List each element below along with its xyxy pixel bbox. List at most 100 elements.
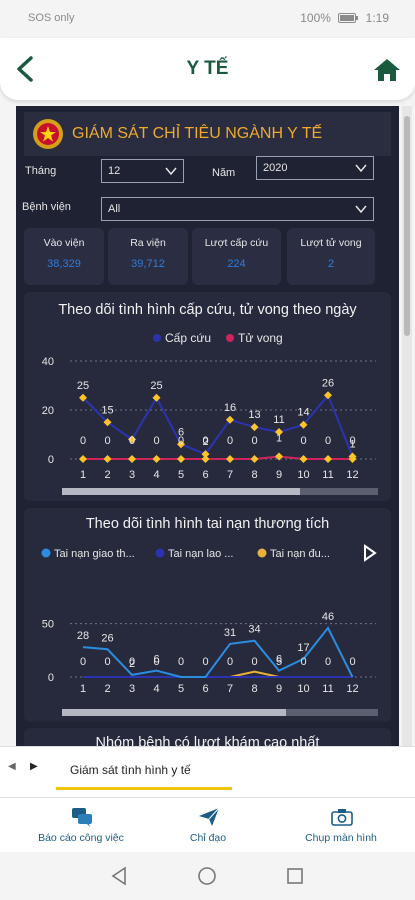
- month-select[interactable]: 12: [101, 159, 184, 183]
- scrollbar-thumb[interactable]: [404, 116, 410, 336]
- chevron-down-icon: [165, 167, 177, 176]
- chevron-down-icon: [355, 205, 367, 214]
- system-back-icon[interactable]: [110, 866, 128, 886]
- legend-marker-2: [257, 548, 267, 558]
- data-label: 25: [150, 380, 162, 392]
- data-label: 28: [77, 630, 89, 642]
- x-tick-label: 1: [80, 469, 86, 481]
- x-tick-label: 2: [104, 469, 110, 481]
- legend-label: Tai nạn giao th...: [54, 548, 135, 560]
- report-title: GIÁM SÁT CHỈ TIÊU NGÀNH Y TẾ: [72, 125, 323, 142]
- data-label: 0: [349, 435, 355, 447]
- data-point-death: [299, 455, 308, 463]
- month-value: 12: [108, 165, 121, 177]
- data-label: 13: [248, 409, 260, 421]
- data-label: 46: [322, 611, 334, 623]
- system-home-icon[interactable]: [197, 866, 217, 886]
- x-tick-label: 8: [251, 469, 257, 481]
- data-label: 0: [80, 435, 86, 447]
- disease-group-panel: Nhóm bệnh có lượt khám cao nhất: [24, 728, 391, 746]
- camera-icon: [331, 809, 353, 826]
- home-icon[interactable]: [373, 58, 401, 82]
- data-point-death: [79, 455, 87, 463]
- data-label: 0: [227, 435, 233, 447]
- kpi-value: 2: [327, 258, 335, 270]
- data-point-death: [128, 455, 136, 463]
- data-label: 26: [322, 377, 334, 389]
- nav-directive[interactable]: Chỉ đạo: [139, 798, 277, 853]
- page-scrollbar[interactable]: [402, 106, 412, 746]
- kpi-card-deaths: Lượt tử vong 2: [287, 228, 375, 285]
- nav-work-report[interactable]: Báo cáo công việc: [12, 798, 150, 853]
- data-label: 0: [251, 656, 257, 668]
- emergency-death-chart-panel: Theo dõi tình hình cấp cứu, tử vong theo…: [24, 292, 391, 501]
- tab-next-icon[interactable]: ▶: [30, 761, 38, 772]
- legend-marker-emergency: [153, 334, 161, 342]
- data-label: 0: [178, 435, 184, 447]
- data-label: 0: [349, 656, 355, 668]
- data-label: 0: [80, 656, 86, 668]
- legend-next-icon: [364, 544, 377, 562]
- x-tick-label: 8: [251, 683, 257, 695]
- status-bar: SOS only 100% 1:19: [0, 0, 415, 36]
- series-line-1: [83, 455, 353, 460]
- y-tick-label: 0: [48, 454, 54, 466]
- data-label: 0: [202, 656, 208, 668]
- x-tick-label: 11: [322, 469, 333, 481]
- x-tick-label: 3: [129, 683, 135, 695]
- data-label: 25: [77, 380, 89, 392]
- kpi-title: Vào viện: [43, 237, 85, 249]
- chart-scrollbar-thumb: [62, 709, 286, 716]
- kpi-value: 38,329: [47, 258, 81, 270]
- data-point-death: [152, 455, 161, 463]
- year-label: Năm: [212, 167, 236, 179]
- legend-marker-1: [155, 548, 165, 558]
- data-label: 0: [325, 435, 331, 447]
- kpi-card-emergency: Lượt cấp cứu 224: [192, 228, 281, 285]
- kpi-title: Ra viện: [130, 237, 166, 249]
- data-label: 31: [224, 627, 236, 639]
- x-tick-label: 5: [178, 469, 184, 481]
- data-label: 0: [129, 435, 135, 447]
- nav-label: Báo cáo công việc: [38, 832, 124, 844]
- tab-prev-icon[interactable]: ◀: [8, 761, 16, 772]
- data-point-death: [226, 455, 234, 463]
- nav-screenshot[interactable]: Chụp màn hình: [272, 798, 410, 853]
- data-label: 0: [202, 435, 208, 447]
- data-point-death: [103, 455, 112, 463]
- x-tick-label: 10: [297, 469, 309, 481]
- network-status: SOS only: [28, 12, 75, 24]
- tab-label: Giám sát tình hình y tế: [70, 763, 191, 777]
- data-label: 16: [224, 402, 236, 414]
- data-label: 15: [101, 404, 113, 416]
- battery-text: 100%: [300, 11, 331, 25]
- data-point-death: [250, 455, 259, 463]
- hospital-value: All: [108, 203, 121, 215]
- status-right: 100% 1:19: [300, 11, 389, 25]
- injury-chart: Tai nạn giao th... Tai nạn lao ... Tai nạn…: [41, 544, 378, 716]
- legend-label: Cấp cứu: [165, 331, 211, 345]
- report-frame: GIÁM SÁT CHỈ TIÊU NGÀNH Y TẾ Tháng 12 Nă…: [16, 106, 399, 746]
- tab-health-monitoring[interactable]: Giám sát tình hình y tế: [56, 753, 232, 790]
- system-recents-icon[interactable]: [286, 867, 304, 885]
- chart3-title: Nhóm bệnh có lượt khám cao nhất: [95, 735, 320, 746]
- legend-label: Tai nạn đu...: [270, 548, 330, 560]
- year-select[interactable]: 2020: [256, 156, 374, 180]
- data-label: 26: [101, 632, 113, 644]
- x-tick-label: 11: [322, 683, 333, 695]
- hospital-select[interactable]: All: [101, 197, 374, 221]
- data-label: 0: [251, 435, 257, 447]
- page-title: Y TẾ: [186, 58, 229, 79]
- series-line-0: [82, 393, 354, 457]
- kpi-card-discharges: Ra viện 39,712: [108, 228, 188, 285]
- kpi-value: 224: [227, 258, 246, 270]
- data-label: 14: [297, 407, 309, 419]
- x-tick-label: 5: [178, 683, 184, 695]
- system-nav-bar: [0, 852, 415, 900]
- x-tick-label: 9: [276, 469, 282, 481]
- data-label: 0: [325, 656, 331, 668]
- report-header: GIÁM SÁT CHỈ TIÊU NGÀNH Y TẾ: [24, 112, 391, 156]
- data-label: 0: [129, 656, 135, 668]
- legend-label: Tai nạn lao ...: [168, 548, 233, 560]
- chevron-down-icon: [355, 164, 367, 173]
